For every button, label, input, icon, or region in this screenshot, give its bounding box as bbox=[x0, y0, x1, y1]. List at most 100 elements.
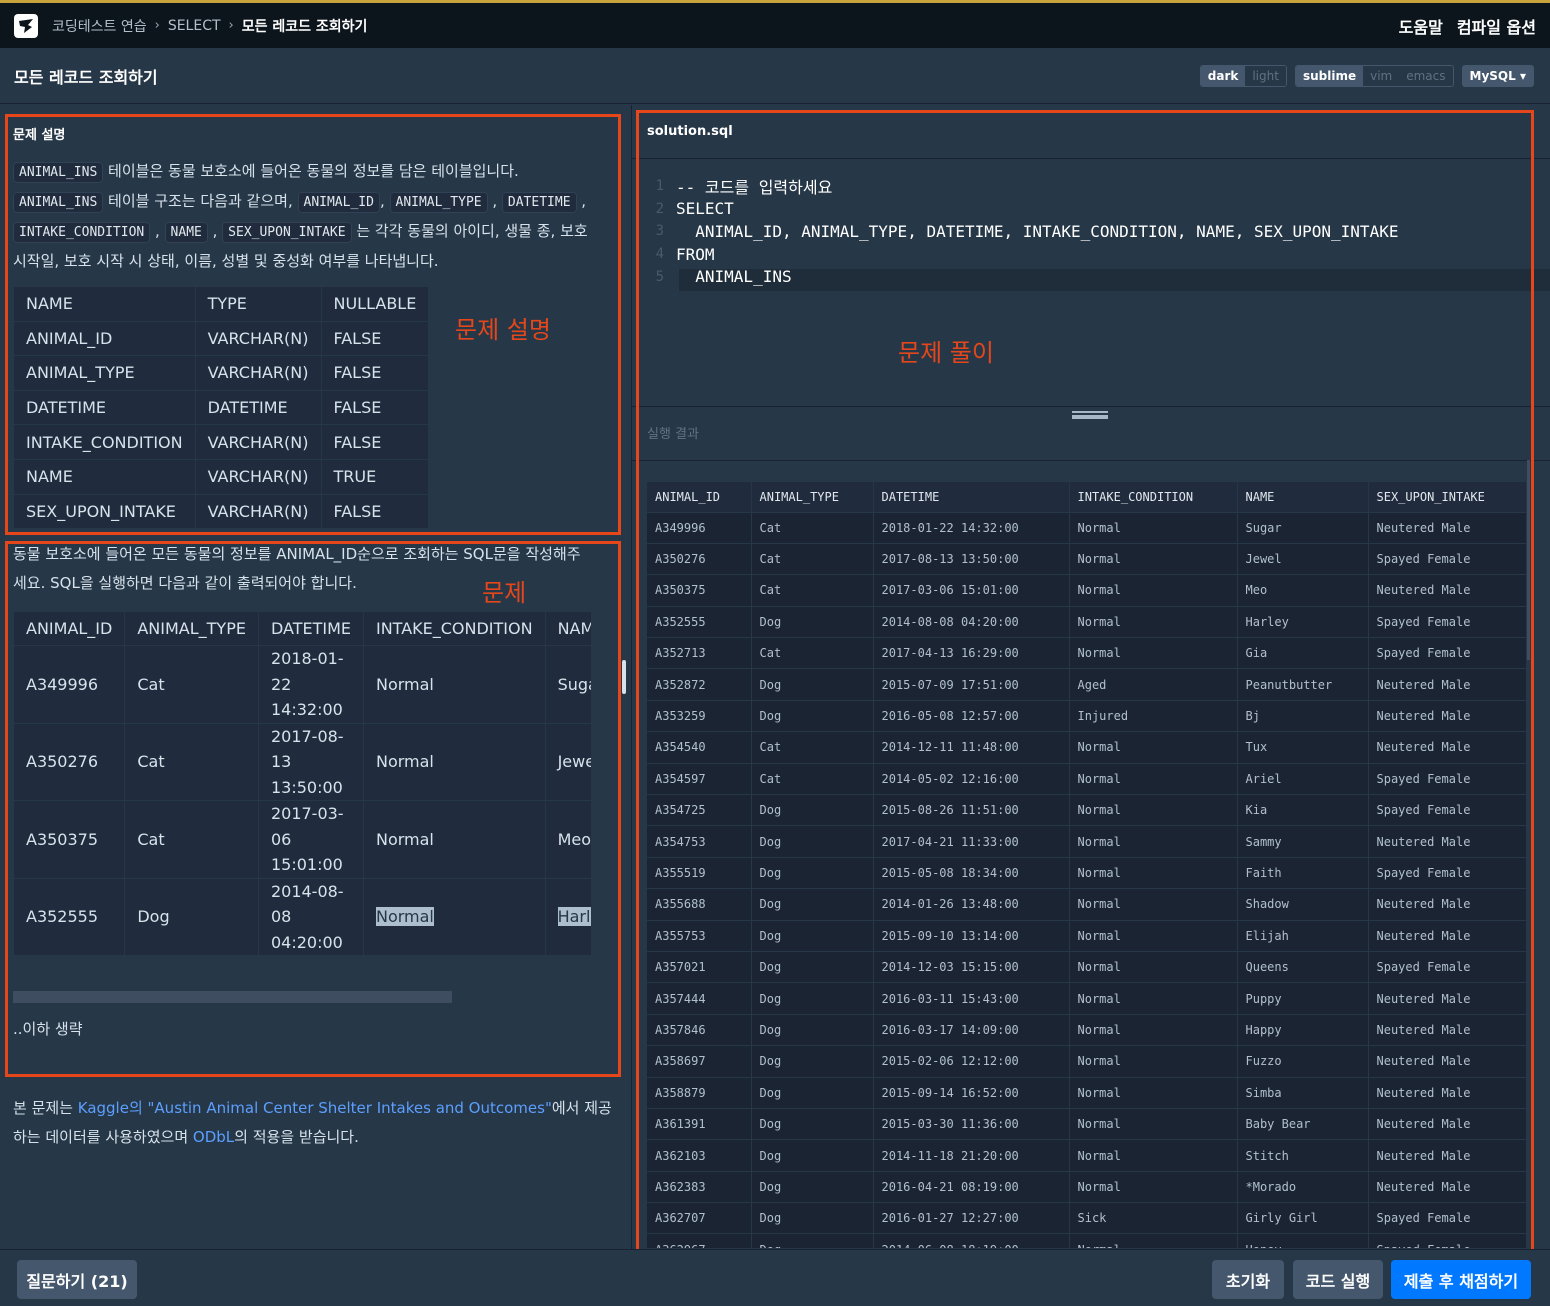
example-row: A350375 Cat 2017-03- 06 15:01:00 Normal Meo bbox=[13, 800, 591, 879]
problem-annotation: 문제 bbox=[482, 579, 527, 607]
code-intake-condition: INTAKE_CONDITION bbox=[13, 222, 151, 243]
keymap-vim-button[interactable]: vim bbox=[1363, 65, 1400, 86]
condition-text: Normal bbox=[375, 674, 434, 694]
run-code-button[interactable]: 코드 실행 bbox=[1293, 1260, 1383, 1299]
datetime-part: 13:50:00 bbox=[270, 777, 343, 797]
datetime-part: 2017-08- bbox=[270, 726, 344, 746]
notice-text-a: 본 문제는 bbox=[13, 1099, 78, 1117]
help-link[interactable]: 도움말 bbox=[1399, 14, 1443, 38]
theme-toggle: dark light bbox=[1199, 64, 1287, 87]
theme-dark-button[interactable]: dark bbox=[1200, 65, 1246, 86]
schema-cell-nullable: FALSE bbox=[320, 389, 430, 426]
example-cell-name: Jewel bbox=[544, 722, 591, 801]
submit-button[interactable]: 제출 후 채점하기 bbox=[1391, 1260, 1531, 1299]
example-cell-name: Sugar bbox=[544, 645, 591, 724]
schema-row: DATETIME DATETIME FALSE bbox=[13, 389, 430, 426]
odbl-link[interactable]: ODbL bbox=[193, 1128, 234, 1146]
condition-text: Normal bbox=[375, 829, 434, 849]
example-cell-id: A349996 bbox=[13, 645, 126, 724]
schema-col-nullable: NULLABLE bbox=[320, 286, 430, 322]
schema-cell-nullable: TRUE bbox=[320, 458, 430, 495]
example-cell-condition: Normal bbox=[362, 877, 546, 956]
schema-row: NAME VARCHAR(N) TRUE bbox=[13, 458, 430, 495]
notice-text-c: 의 적용을 받습니다. bbox=[234, 1128, 359, 1146]
schema-row: SEX_UPON_INTAKE VARCHAR(N) FALSE bbox=[13, 493, 430, 530]
top-navbar: 코딩테스트 연습 › SELECT › 모든 레코드 조회하기 도움말 컴파일 … bbox=[0, 0, 1550, 48]
schema-row: ANIMAL_TYPE VARCHAR(N) FALSE bbox=[13, 355, 430, 391]
example-cell-type: Cat bbox=[124, 800, 259, 879]
schema-row: ANIMAL_ID VARCHAR(N) FALSE bbox=[13, 320, 430, 357]
keymap-sublime-button[interactable]: sublime bbox=[1295, 65, 1364, 86]
language-label: MySQL bbox=[1469, 68, 1516, 83]
keymap-toggle: sublime vim emacs bbox=[1294, 64, 1454, 87]
description-text: ANIMAL_INS 테이블은 동물 보호소에 들어온 동물의 정보를 담은 테… bbox=[13, 162, 588, 270]
desc-sentence-2: 테이블 구조는 다음과 같으며, bbox=[103, 192, 298, 210]
example-cell-id: A352555 bbox=[13, 877, 126, 956]
description-heading: 문제 설명 bbox=[13, 128, 66, 143]
name-text: Meo bbox=[557, 829, 591, 849]
code-animal-id: ANIMAL_ID bbox=[297, 192, 380, 213]
datetime-part: 22 bbox=[270, 674, 292, 694]
example-cell-datetime: 2014-08- 08 04:20:00 bbox=[257, 877, 364, 956]
datetime-part: 2017-03- bbox=[270, 804, 344, 823]
code-animal-type: ANIMAL_TYPE bbox=[389, 192, 488, 213]
example-cell-condition: Normal bbox=[362, 722, 546, 801]
example-cell-datetime: 2018-01- 22 14:32:00 bbox=[257, 645, 364, 724]
horizontal-scrollbar[interactable] bbox=[13, 991, 452, 1003]
example-table: ANIMAL_ID ANIMAL_TYPE DATETIME INTAKE_CO… bbox=[13, 611, 591, 956]
schema-cell-type: VARCHAR(N) bbox=[194, 355, 322, 391]
example-header-row: ANIMAL_ID ANIMAL_TYPE DATETIME INTAKE_CO… bbox=[13, 611, 591, 646]
example-col-name: NAME bbox=[544, 611, 591, 646]
example-cell-type: Cat bbox=[124, 645, 259, 724]
schema-cell-name: ANIMAL_TYPE bbox=[13, 355, 196, 391]
schema-cell-nullable: FALSE bbox=[320, 424, 430, 460]
example-col-animal-type: ANIMAL_TYPE bbox=[124, 611, 259, 646]
omitted-text: ..이하 생략 bbox=[13, 1020, 83, 1038]
schema-cell-name: INTAKE_CONDITION bbox=[13, 424, 196, 460]
datetime-part: 15:01:00 bbox=[270, 855, 343, 874]
logo-icon[interactable] bbox=[14, 13, 38, 38]
example-col-intake-condition: INTAKE_CONDITION bbox=[362, 611, 546, 646]
ask-question-button[interactable]: 질문하기 (21) bbox=[17, 1260, 137, 1299]
pane-resize-handle[interactable] bbox=[622, 660, 626, 694]
example-cell-id: A350276 bbox=[13, 722, 126, 801]
breadcrumb-select[interactable]: SELECT bbox=[168, 18, 221, 34]
code-animal-ins: ANIMAL_INS bbox=[13, 162, 104, 183]
name-text: Harley bbox=[557, 907, 591, 926]
datetime-part: 2014-08- bbox=[270, 881, 344, 901]
description-pane: 문제 설명 ANIMAL_INS 테이블은 동물 보호소에 들어온 동물의 정보… bbox=[0, 105, 624, 1249]
schema-cell-name: ANIMAL_ID bbox=[13, 320, 196, 357]
breadcrumb-practice[interactable]: 코딩테스트 연습 bbox=[52, 16, 147, 36]
kaggle-link[interactable]: Kaggle의 "Austin Animal Center Shelter In… bbox=[78, 1099, 552, 1117]
code-name: NAME bbox=[164, 222, 208, 243]
example-cell-type: Cat bbox=[124, 722, 259, 801]
example-row: A349996Cat 2018-01- 22 14:32:00 Normal Sugar bbox=[13, 645, 591, 724]
name-text: Jewel bbox=[557, 752, 591, 771]
name-text: Sugar bbox=[557, 674, 591, 694]
datetime-part: 2018-01- bbox=[270, 649, 344, 668]
example-cell-condition: Normal bbox=[362, 800, 546, 879]
theme-light-button[interactable]: light bbox=[1245, 65, 1286, 86]
example-cell-id: A350375 bbox=[13, 800, 126, 879]
code-sex-upon-intake: SEX_UPON_INTAKE bbox=[222, 222, 352, 243]
schema-cell-type: VARCHAR(N) bbox=[194, 458, 322, 495]
reset-button[interactable]: 초기화 bbox=[1212, 1260, 1284, 1299]
description-annotation: 문제 설명 bbox=[455, 316, 551, 344]
page-title: 모든 레코드 조회하기 bbox=[14, 67, 158, 87]
schema-cell-type: VARCHAR(N) bbox=[194, 320, 322, 357]
keymap-emacs-button[interactable]: emacs bbox=[1399, 65, 1453, 86]
condition-text: Normal bbox=[375, 907, 434, 926]
code-datetime: DATETIME bbox=[501, 192, 577, 213]
schema-row: INTAKE_CONDITION VARCHAR(N) FALSE bbox=[13, 424, 430, 460]
breadcrumb-current: 모든 레코드 조회하기 bbox=[241, 18, 368, 35]
datetime-part: 08 bbox=[270, 907, 292, 926]
data-source-notice: 본 문제는 Kaggle의 "Austin Animal Center Shel… bbox=[13, 1094, 613, 1152]
compile-options-link[interactable]: 컴파일 옵션 bbox=[1457, 14, 1536, 38]
language-select[interactable]: MySQL ▾ bbox=[1461, 64, 1534, 87]
schema-col-name: NAME bbox=[13, 286, 196, 322]
schema-cell-nullable: FALSE bbox=[320, 493, 430, 530]
example-table-wrapper[interactable]: ANIMAL_ID ANIMAL_TYPE DATETIME INTAKE_CO… bbox=[13, 611, 591, 991]
example-cell-type: Dog bbox=[124, 877, 259, 956]
example-cell-name: Meo bbox=[544, 800, 591, 879]
example-cell-condition: Normal bbox=[362, 645, 546, 724]
